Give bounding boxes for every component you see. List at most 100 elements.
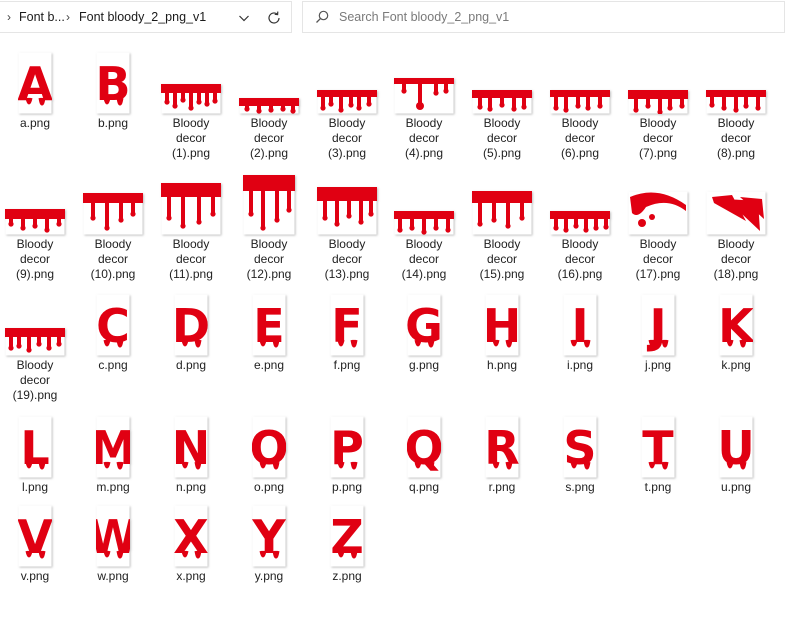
file-item[interactable]: Bloody decor (6).png (541, 48, 619, 161)
file-name-line: decor (642, 252, 674, 266)
file-item[interactable]: Bloody decor (13).png (308, 169, 386, 282)
file-name: i.png (541, 358, 619, 373)
breadcrumb-parent[interactable]: Font b... (19, 10, 65, 24)
file-item[interactable]: Bloody decor (3).png (308, 48, 386, 161)
file-item[interactable]: Vv.png (0, 501, 74, 584)
file-item[interactable]: Oo.png (230, 412, 308, 495)
svg-text:D: D (174, 299, 208, 353)
file-item[interactable]: Bloody decor (19).png (0, 290, 74, 403)
explorer-toolbar: › Font b... › Font bloody_2_png_v1 Searc… (0, 0, 794, 36)
file-item[interactable]: Hh.png (463, 290, 541, 373)
file-name-line: (8).png (716, 146, 756, 160)
file-thumbnail: A (18, 48, 52, 114)
file-name-line: decor (486, 252, 518, 266)
file-item[interactable]: Bloody decor (15).png (463, 169, 541, 282)
file-item[interactable]: Mm.png (74, 412, 152, 495)
file-item[interactable]: Nn.png (152, 412, 230, 495)
file-item[interactable]: Ss.png (541, 412, 619, 495)
file-item[interactable]: Tt.png (619, 412, 697, 495)
svg-text:H: H (485, 299, 519, 353)
file-name-line: b.png (97, 116, 129, 130)
search-input[interactable]: Search Font bloody_2_png_v1 (339, 10, 509, 24)
file-name-line: q.png (408, 480, 440, 494)
svg-text:S: S (563, 421, 596, 475)
file-item[interactable]: Cc.png (74, 290, 152, 373)
file-name-line: d.png (175, 358, 207, 372)
file-item[interactable]: Pp.png (308, 412, 386, 495)
svg-text:P: P (330, 421, 364, 475)
file-name: c.png (74, 358, 152, 373)
file-item[interactable]: Ii.png (541, 290, 619, 373)
svg-text:C: C (96, 299, 130, 353)
file-name: x.png (152, 569, 230, 584)
file-item[interactable]: Ww.png (74, 501, 152, 584)
file-thumbnail: O (252, 412, 286, 478)
file-item[interactable]: Gg.png (385, 290, 463, 373)
breadcrumb-current[interactable]: Font bloody_2_png_v1 (79, 10, 206, 24)
svg-text:K: K (719, 299, 753, 353)
chevron-down-icon[interactable] (238, 12, 250, 24)
svg-text:A: A (18, 57, 52, 111)
file-item[interactable]: Bloody decor (14).png (385, 169, 463, 282)
file-item[interactable]: Bloody decor (1).png (152, 48, 230, 161)
file-item[interactable]: Ff.png (308, 290, 386, 373)
file-name-line: Bloody (172, 237, 210, 251)
file-name: v.png (0, 569, 74, 584)
file-name: Bloody decor (3).png (308, 116, 386, 161)
file-name-line: decor (720, 131, 752, 145)
file-thumbnail: U (719, 412, 753, 478)
file-name-line: Bloody (250, 237, 288, 251)
file-name: Bloody decor (12).png (230, 237, 308, 282)
file-item[interactable]: Uu.png (697, 412, 775, 495)
svg-text:R: R (485, 421, 519, 475)
file-item[interactable]: Bloody decor (12).png (230, 169, 308, 282)
file-item[interactable]: Ee.png (230, 290, 308, 373)
file-name-line: u.png (720, 480, 752, 494)
file-name-line: Bloody (717, 116, 755, 130)
file-item[interactable]: Aa.png (0, 48, 74, 131)
file-item[interactable]: Qq.png (385, 412, 463, 495)
file-item[interactable]: Bloody decor (4).png (385, 48, 463, 161)
file-item[interactable]: Yy.png (230, 501, 308, 584)
file-item[interactable]: Ll.png (0, 412, 74, 495)
svg-text:O: O (252, 421, 286, 475)
file-thumbnail (317, 48, 377, 114)
file-name: l.png (0, 480, 74, 495)
file-item[interactable]: Bb.png (74, 48, 152, 131)
file-name: r.png (463, 480, 541, 495)
file-name: Bloody decor (10).png (74, 237, 152, 282)
file-name-line: Bloody (561, 116, 599, 130)
file-name-line: (18).png (713, 267, 759, 281)
file-thumbnail: Z (330, 501, 364, 567)
file-name-line: decor (486, 131, 518, 145)
file-item[interactable]: Bloody decor (17).png (619, 169, 697, 282)
file-name-line: decor (564, 131, 596, 145)
file-item[interactable]: Bloody decor (9).png (0, 169, 74, 282)
file-item[interactable]: Bloody decor (11).png (152, 169, 230, 282)
file-name: z.png (308, 569, 386, 584)
file-item[interactable]: Bloody decor (5).png (463, 48, 541, 161)
file-item[interactable]: Xx.png (152, 501, 230, 584)
address-bar[interactable]: › Font b... › Font bloody_2_png_v1 (0, 1, 292, 33)
file-name-line: Bloody (328, 237, 366, 251)
file-item[interactable]: Bloody decor (8).png (697, 48, 775, 161)
file-name-line: c.png (98, 358, 128, 372)
file-name: Bloody decor (16).png (541, 237, 619, 282)
file-item[interactable]: Bloody decor (2).png (230, 48, 308, 161)
file-item[interactable]: Zz.png (308, 501, 386, 584)
file-item[interactable]: Rr.png (463, 412, 541, 495)
refresh-icon[interactable] (266, 10, 282, 26)
file-item[interactable]: Bloody decor (7).png (619, 48, 697, 161)
file-item[interactable]: Bloody decor (18).png (697, 169, 775, 282)
file-item[interactable]: Bloody decor (16).png (541, 169, 619, 282)
file-item[interactable]: Dd.png (152, 290, 230, 373)
file-name: j.png (619, 358, 697, 373)
file-name-line: Bloody (717, 237, 755, 251)
file-item[interactable]: Kk.png (697, 290, 775, 373)
file-thumbnail (5, 290, 65, 356)
search-box[interactable]: Search Font bloody_2_png_v1 (302, 1, 785, 33)
file-item[interactable]: Bloody decor (10).png (74, 169, 152, 282)
file-name-line: Bloody (16, 237, 54, 251)
file-thumbnail: S (563, 412, 597, 478)
file-item[interactable]: Jj.png (619, 290, 697, 373)
